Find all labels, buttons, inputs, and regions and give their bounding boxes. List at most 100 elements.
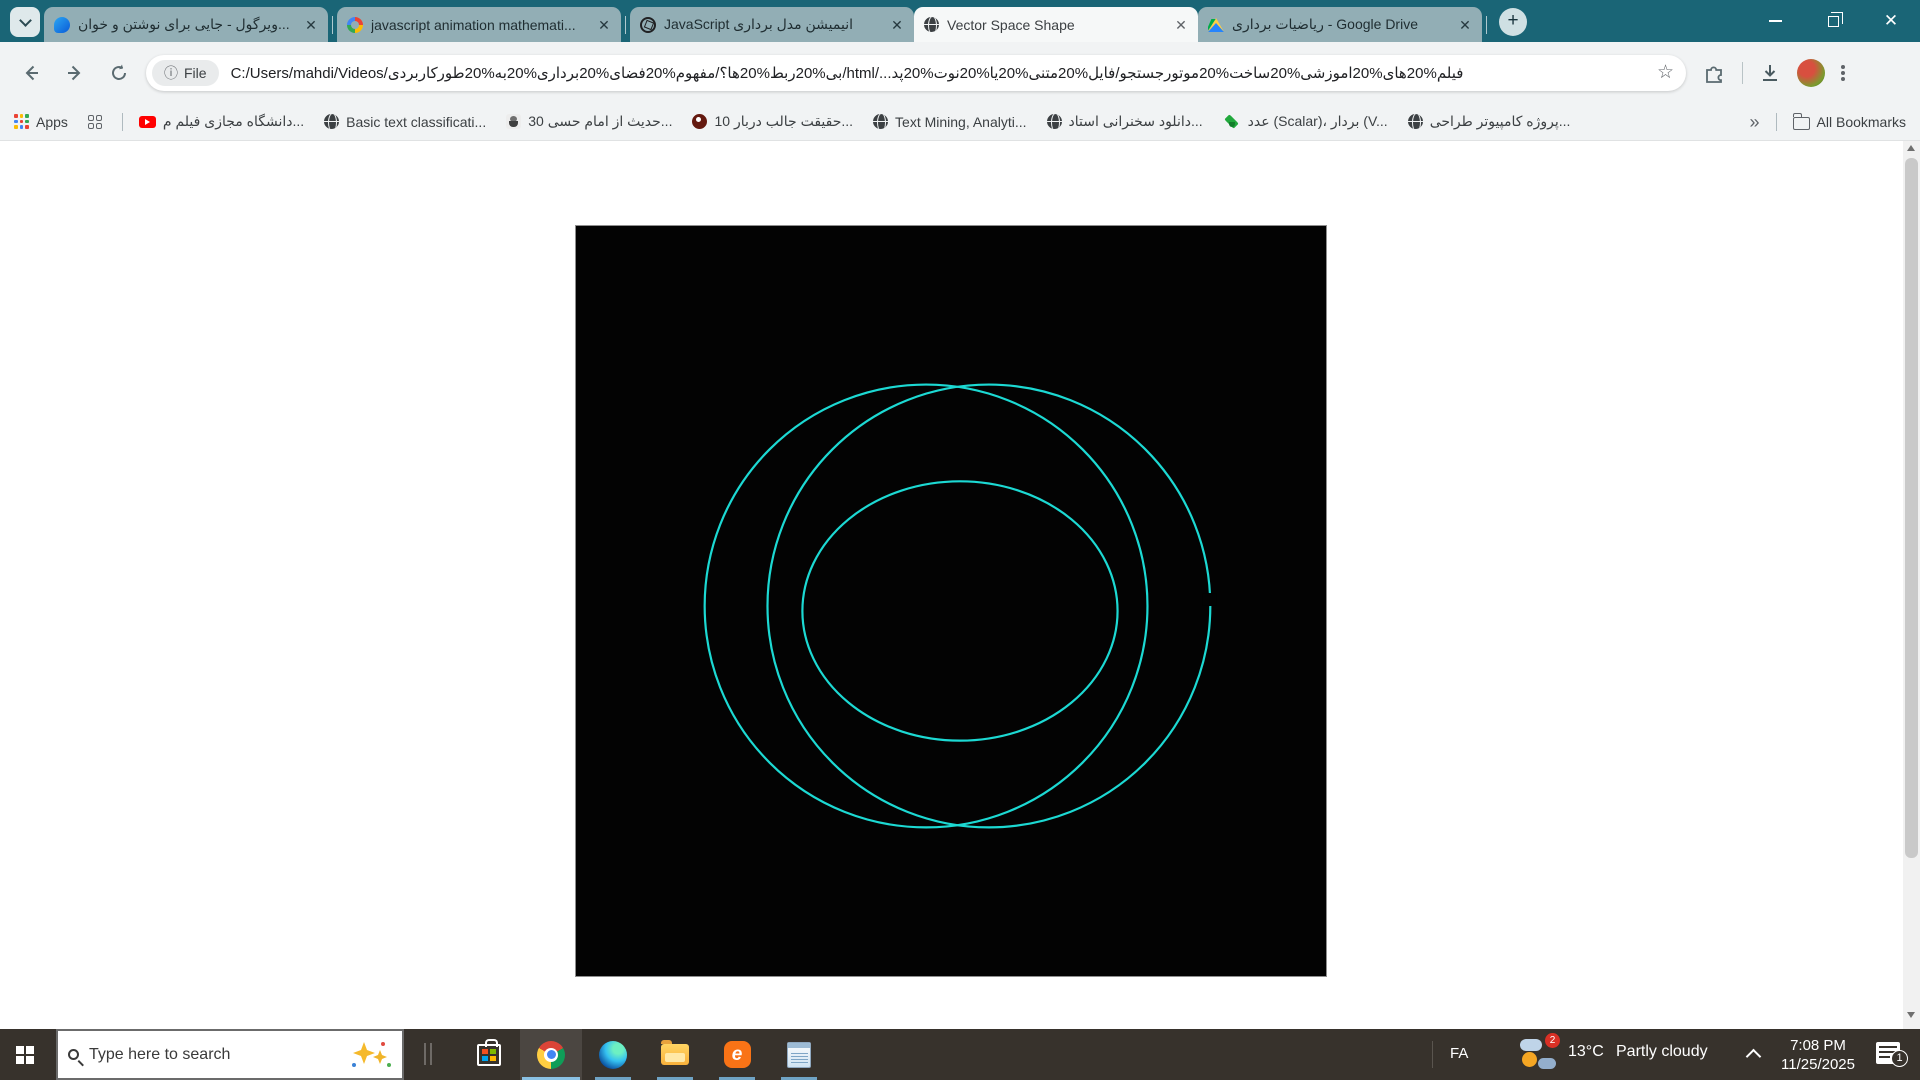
clock-time: 7:08 PM (1768, 1036, 1868, 1055)
bookmark-item[interactable]: پروژه کامپیوتر طراحی... (1408, 113, 1571, 130)
vector-canvas (575, 225, 1327, 977)
globe-icon (324, 114, 339, 129)
bookmark-label: دانشگاه مجازی فیلم م... (163, 113, 304, 130)
tab-vector-space-shape[interactable]: Vector Space Shape ✕ (914, 7, 1198, 42)
tab-virgool[interactable]: ویرگول - جایی برای نوشتن و خوان... ✕ (44, 7, 328, 42)
browser-menu-button[interactable] (1841, 71, 1845, 75)
tab-separator (1486, 16, 1487, 34)
tab-close-icon[interactable]: ✕ (1456, 16, 1474, 34)
reading-list-button[interactable] (88, 115, 102, 129)
close-icon: ✕ (1884, 11, 1898, 31)
profile-avatar[interactable] (1797, 59, 1825, 87)
cloud-icon (1538, 1058, 1556, 1069)
globe-icon (1047, 114, 1062, 129)
language-indicator[interactable]: FA (1450, 1045, 1468, 1062)
bookmark-star-icon[interactable]: ☆ (1657, 61, 1674, 84)
tab-chatgpt[interactable]: JavaScript انیمیشن مدل برداری ✕ (630, 7, 914, 42)
bookmark-item[interactable]: 10 حقیقت جالب دربار... (692, 113, 853, 130)
restore-button[interactable] (1804, 0, 1862, 42)
bookmarks-overflow-button[interactable]: » (1750, 112, 1760, 133)
tab-google-search[interactable]: javascript animation mathemati... ✕ (337, 7, 621, 42)
notification-line (1879, 1046, 1897, 1048)
tab-title: Vector Space Shape (947, 17, 1164, 33)
bookmark-item[interactable]: Basic text classificati... (324, 114, 486, 130)
bookmark-item[interactable]: دانشگاه مجازی فیلم م... (139, 113, 304, 130)
bookmark-item[interactable]: 30 حدیث از امام حسی... (506, 113, 672, 130)
vertical-scrollbar[interactable] (1903, 141, 1920, 1029)
tab-title: JavaScript انیمیشن مدل برداری (664, 16, 880, 33)
cloud-icon (1520, 1039, 1542, 1051)
notification-center-button[interactable]: 1 (1876, 1042, 1900, 1064)
globe-icon (873, 114, 888, 129)
bookmarks-separator (1776, 113, 1777, 131)
bookmark-label: پروژه کامپیوتر طراحی... (1430, 113, 1571, 130)
restore-icon (1828, 16, 1839, 27)
file-scheme-chip: ⓘ File (152, 60, 219, 86)
tab-title: ریاضیات برداری - Google Drive (1232, 16, 1448, 33)
bookmark-label: دانلود سخنرانی استاد... (1069, 113, 1203, 130)
downloads-button[interactable] (1759, 62, 1781, 84)
google-icon (347, 17, 363, 33)
bookmarks-bar-right: » All Bookmarks (1750, 103, 1906, 141)
squares-icon (88, 115, 102, 129)
three-dot-menu-icon (1841, 71, 1845, 75)
temperature-label[interactable]: 13°C (1568, 1043, 1604, 1061)
weather-condition-label[interactable]: Partly cloudy (1616, 1043, 1708, 1061)
tab-close-icon[interactable]: ✕ (1172, 16, 1190, 34)
tab-google-drive[interactable]: ریاضیات برداری - Google Drive ✕ (1198, 7, 1482, 42)
globe-icon (924, 17, 939, 32)
avatar (1797, 59, 1825, 87)
minimize-icon (1769, 20, 1782, 22)
chevron-down-icon (19, 14, 32, 27)
bookmark-item[interactable]: دانلود سخنرانی استاد... (1047, 113, 1203, 130)
download-icon (1759, 62, 1781, 84)
screen: ویرگول - جایی برای نوشتن و خوان... ✕ jav… (0, 0, 1920, 1080)
address-bar[interactable]: ⓘ File C:/Users/mahdi/Videos/بی%20ربط%20… (146, 55, 1686, 91)
info-icon: ⓘ (164, 63, 178, 83)
forward-icon (65, 63, 85, 83)
extensions-button[interactable] (1702, 61, 1726, 85)
all-bookmarks-button[interactable]: All Bookmarks (1793, 114, 1906, 130)
taskbar-clock[interactable]: 7:08 PM 11/25/2025 (1768, 1036, 1868, 1074)
graduation-cap-icon (1223, 115, 1241, 129)
tab-search-button[interactable] (10, 7, 40, 37)
tab-close-icon[interactable]: ✕ (888, 16, 906, 34)
close-button[interactable]: ✕ (1862, 0, 1920, 42)
folder-icon (1793, 117, 1810, 130)
scholar-icon (506, 114, 521, 129)
browser-toolbar: ⓘ File C:/Users/mahdi/Videos/بی%20ربط%20… (0, 42, 1920, 103)
minimize-button[interactable] (1746, 0, 1804, 42)
hidden-icons-chevron[interactable] (1746, 1049, 1762, 1065)
chatgpt-icon (640, 17, 656, 33)
weather-icon[interactable]: 2 (1520, 1037, 1558, 1071)
bookmark-item[interactable]: Text Mining, Analyti... (873, 114, 1027, 130)
scrollbar-thumb[interactable] (1905, 158, 1918, 858)
page-content (0, 141, 1920, 1029)
url-text[interactable]: C:/Users/mahdi/Videos/بی%20ربط%20ها؟/مفه… (231, 64, 1647, 82)
reload-button[interactable] (102, 56, 136, 90)
tab-strip: ویرگول - جایی برای نوشتن و خوان... ✕ jav… (0, 0, 1920, 42)
tab-title: ویرگول - جایی برای نوشتن و خوان... (78, 16, 294, 33)
bookmarks-bar: Apps دانشگاه مجازی فیلم م... Basic text … (0, 103, 1920, 141)
new-tab-button[interactable]: + (1499, 8, 1527, 36)
tab-close-icon[interactable]: ✕ (302, 16, 320, 34)
back-button[interactable] (14, 56, 48, 90)
bookmark-label: Basic text classificati... (346, 114, 486, 130)
scroll-down-arrow-icon[interactable] (1907, 1012, 1915, 1018)
apps-shortcut[interactable]: Apps (14, 114, 68, 130)
apps-label: Apps (36, 114, 68, 130)
bookmark-item[interactable]: عدد (Scalar)، بردار (V... (1223, 113, 1388, 130)
bookmarks-separator (122, 113, 123, 131)
tab-close-icon[interactable]: ✕ (595, 16, 613, 34)
toolbar-separator (1742, 62, 1743, 84)
tab-title: javascript animation mathemati... (371, 17, 587, 33)
extensions-puzzle-icon (1702, 61, 1726, 85)
google-drive-icon (1208, 18, 1224, 32)
back-icon (21, 63, 41, 83)
forward-button[interactable] (58, 56, 92, 90)
bookmark-label: 30 حدیث از امام حسی... (528, 113, 672, 130)
taskbar-tray: FA 2 13°C Partly cloudy 7:08 PM 11/25/20… (0, 1029, 1920, 1080)
tab-separator (332, 16, 333, 34)
scroll-up-arrow-icon[interactable] (1907, 145, 1915, 151)
vector-canvas-svg (576, 226, 1326, 976)
